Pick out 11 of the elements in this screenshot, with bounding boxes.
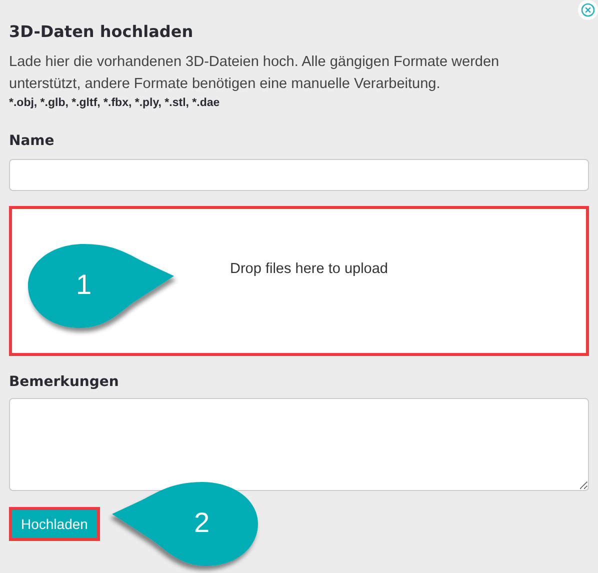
remarks-field[interactable] (9, 398, 589, 491)
callout-number: 2 (194, 508, 210, 538)
name-field[interactable] (9, 159, 589, 191)
remarks-label: Bemerkungen (9, 374, 120, 390)
callout-number: 1 (76, 270, 92, 300)
description-text: Lade hier die vorhandenen 3D-Dateien hoch. Alle gängigen Formate werden unterstützt, andere Formate benötigen eine manuelle Verarbeitung. (9, 53, 500, 94)
dropzone-text: Drop files here to upload (230, 261, 388, 279)
name-label: Name (9, 133, 56, 149)
formats-text: *.obj, *.glb, *.gltf, *.fbx, *.ply, *.stl, *.dae (9, 97, 221, 109)
dialog-title: 3D-Daten hochladen (9, 22, 194, 41)
close-icon[interactable] (578, 0, 598, 20)
